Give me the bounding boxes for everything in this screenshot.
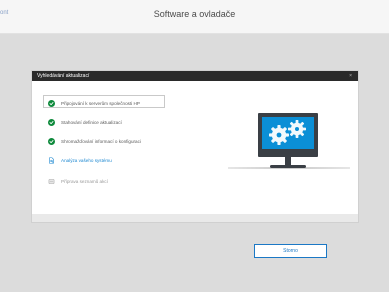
update-search-dialog: Vyhledávání aktualizací × Připojování k … bbox=[32, 71, 358, 258]
current-step-highlight bbox=[43, 95, 165, 108]
step-analyze-system: Analýza vašeho systému bbox=[48, 154, 112, 166]
page-title: Software a ovladače bbox=[153, 9, 236, 19]
step-download-definitions: Stahování definice aktualizací bbox=[48, 116, 122, 128]
app-header: ont Software a ovladače bbox=[0, 0, 389, 34]
step-prepare-actions: Příprava seznamů akcí bbox=[48, 175, 108, 187]
monitor-icon bbox=[258, 113, 318, 157]
step-label: Stahování definice aktualizací bbox=[61, 119, 122, 125]
document-search-icon bbox=[48, 156, 55, 164]
dialog-title: Vyhledávání aktualizací bbox=[37, 73, 90, 79]
monitor-gears-illustration bbox=[228, 107, 350, 199]
gears-icon bbox=[269, 120, 306, 145]
step-label: Příprava seznamů akcí bbox=[61, 178, 108, 184]
dialog-titlebar: Vyhledávání aktualizací × bbox=[32, 71, 358, 81]
monitor-stand bbox=[285, 157, 291, 165]
close-button[interactable]: × bbox=[349, 73, 352, 79]
step-collect-config: Shromažďování informací o konfiguraci bbox=[48, 135, 141, 147]
step-label: Shromažďování informací o konfiguraci bbox=[61, 138, 141, 144]
monitor-screen bbox=[262, 117, 314, 149]
list-icon bbox=[48, 178, 55, 185]
check-icon bbox=[48, 118, 55, 126]
step-label: Analýza vašeho systému bbox=[61, 157, 112, 163]
check-icon bbox=[48, 137, 55, 145]
monitor-base bbox=[270, 165, 306, 168]
step-connecting: Připojování k serverům společnosti HP bbox=[43, 95, 165, 109]
dialog-footer bbox=[32, 214, 358, 222]
cancel-button[interactable]: Storno bbox=[254, 244, 327, 258]
